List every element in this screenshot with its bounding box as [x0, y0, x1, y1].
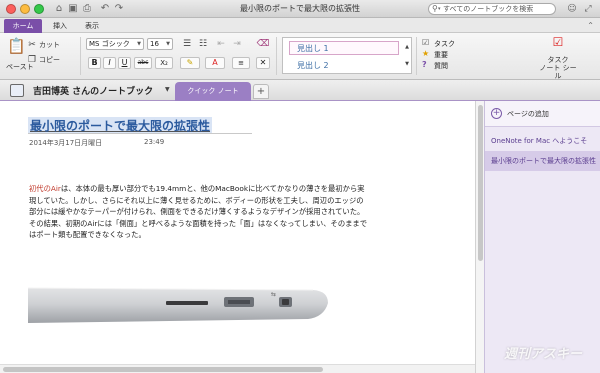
tag-important[interactable]: 重要 [434, 50, 448, 60]
vertical-scrollbar[interactable] [475, 101, 484, 373]
macbook-side-image: ⇆ [28, 287, 328, 323]
smiley-icon[interactable]: ☺ [566, 3, 578, 15]
page-date: 2014年3月17日月曜日 [29, 139, 103, 147]
search-placeholder: すべてのノートブックを検索 [443, 5, 534, 13]
copy-icon: ❐ [27, 55, 37, 65]
svg-text:⇆: ⇆ [271, 291, 276, 298]
watermark-logo: 週刊アスキー [504, 347, 583, 362]
search-icon: ⚲ [432, 4, 438, 13]
page-list-item[interactable]: 最小限のポートで最大限の拡張性 [485, 151, 600, 171]
paste-icon[interactable]: 📋 [7, 36, 26, 56]
notebook-icon[interactable] [10, 84, 24, 97]
title-divider [28, 133, 252, 134]
minimize-window-button[interactable] [20, 4, 30, 14]
note-body-text: は、本体の最も厚い部分でも19.4mmと、他のMacBookに比べてかなりの薄さ… [29, 184, 368, 240]
style-heading-1[interactable]: 見出し 1 [297, 43, 329, 54]
collapse-ribbon-icon[interactable]: ⌃ [587, 21, 594, 30]
section-tab-quick-notes[interactable]: クイック ノート [175, 82, 251, 101]
font-size-select[interactable]: 16 ▼ [147, 38, 173, 50]
eraser-icon[interactable]: ⌫ [256, 38, 270, 50]
notebook-bar: 吉田博英 さんのノートブック ▼ クイック ノート + [0, 80, 600, 101]
ribbon-tabs: ホーム 挿入 表示 ⌃ [0, 18, 600, 33]
title-bar: ⌂ ▣ ⎙ ↶ ↷ 最小限のポートで最大限の拡張性 ⚲ ▾ すべてのノートブック… [0, 0, 600, 18]
tab-insert[interactable]: 挿入 [46, 19, 74, 33]
page-title[interactable]: 最小限のポートで最大限の拡張性 [28, 117, 213, 134]
numbered-list-icon[interactable]: ☷ [196, 38, 210, 50]
add-page-label: ページの追加 [507, 110, 549, 118]
add-page-icon: + [491, 108, 502, 119]
note-body[interactable]: 初代のAirは、本体の最も厚い部分でも19.4mmと、他のMacBookに比べて… [29, 183, 369, 241]
italic-button[interactable]: I [103, 57, 116, 69]
notebook-title[interactable]: 吉田博英 さんのノートブック [33, 84, 153, 97]
checkbox-icon: ☑ [422, 38, 430, 47]
chevron-down-icon[interactable]: ▼ [403, 58, 411, 70]
ribbon-divider [416, 37, 417, 75]
chevron-up-icon[interactable]: ▲ [403, 41, 411, 53]
page-canvas[interactable]: 最小限のポートで最大限の拡張性 2014年3月17日月曜日 23:49 初代のA… [0, 101, 475, 373]
ribbon: 📋 ペースト ✂ カット ❐ コピー MS ゴシック ▼ 16 ▼ ☰ ☷ ⇤ ⇥ … [0, 33, 600, 80]
save-icon[interactable]: ▣ [66, 2, 80, 16]
chevron-down-icon: ▼ [137, 41, 141, 47]
ribbon-divider [276, 37, 277, 75]
bold-button[interactable]: B [88, 57, 101, 69]
font-name-select[interactable]: MS ゴシック ▼ [86, 38, 144, 50]
vertical-scroll-thumb[interactable] [478, 105, 483, 261]
bullet-list-icon[interactable]: ☰ [180, 38, 194, 50]
close-window-button[interactable] [6, 4, 16, 14]
task-note-tag-button[interactable]: タスク ノート シール [538, 56, 578, 80]
outdent-icon[interactable]: ⇤ [214, 38, 228, 50]
undo-icon[interactable]: ↶ [98, 2, 112, 16]
scissors-icon: ✂ [28, 40, 36, 50]
tag-question[interactable]: 質問 [434, 61, 448, 71]
ribbon-divider [80, 37, 81, 75]
tag-task[interactable]: タスク [434, 39, 455, 49]
page-time: 23:49 [144, 138, 165, 146]
question-icon: ? [422, 60, 427, 69]
subscript-button[interactable]: X₂ [155, 57, 173, 69]
zoom-window-button[interactable] [34, 4, 44, 14]
print-icon[interactable]: ⎙ [80, 2, 94, 16]
redo-icon[interactable]: ↷ [112, 2, 126, 16]
indent-icon[interactable]: ⇥ [230, 38, 244, 50]
note-highlight-text: 初代のAir [29, 184, 61, 193]
underline-button[interactable]: U [118, 57, 131, 69]
search-input[interactable]: ⚲ ▾ すべてのノートブックを検索 [428, 3, 556, 15]
align-icon[interactable]: ≡ [232, 57, 250, 69]
horizontal-scroll-thumb[interactable] [3, 367, 323, 372]
tab-view[interactable]: 表示 [78, 19, 106, 33]
tags-gallery[interactable]: ☑ タスク ★ 重要 ? 質問 [420, 37, 520, 74]
copy-button[interactable]: コピー [39, 55, 60, 65]
fullscreen-icon[interactable]: ⤢ [582, 3, 594, 15]
font-size-value: 16 [150, 40, 159, 48]
add-section-button[interactable]: + [253, 84, 269, 99]
font-name-value: MS ゴシック [89, 40, 130, 48]
add-page-button[interactable]: + ページの追加 [485, 101, 600, 127]
horizontal-scrollbar[interactable] [0, 364, 475, 373]
cut-button[interactable]: カット [39, 40, 60, 50]
styles-gallery[interactable]: 見出し 1 見出し 2 ▲ ▼ [282, 37, 412, 74]
clear-format-icon[interactable]: ✕ [256, 57, 270, 69]
strikethrough-button[interactable]: abc [134, 57, 152, 69]
star-icon: ★ [422, 49, 430, 58]
home-icon[interactable]: ⌂ [52, 2, 66, 16]
chevron-down-icon: ▼ [166, 41, 170, 47]
page-list-item[interactable]: OneNote for Mac へようこそ [485, 131, 600, 151]
task-check-icon: ☑ [552, 35, 564, 49]
search-dropdown-icon: ▾ [438, 6, 441, 12]
page-list: + ページの追加 OneNote for Mac へようこそ 最小限のポートで最… [484, 101, 600, 373]
style-heading-2[interactable]: 見出し 2 [297, 60, 329, 71]
tab-home[interactable]: ホーム [4, 19, 42, 33]
font-color-icon[interactable]: A [205, 57, 225, 69]
chevron-down-icon[interactable]: ▼ [165, 86, 170, 93]
highlight-icon[interactable]: ✎ [180, 57, 200, 69]
